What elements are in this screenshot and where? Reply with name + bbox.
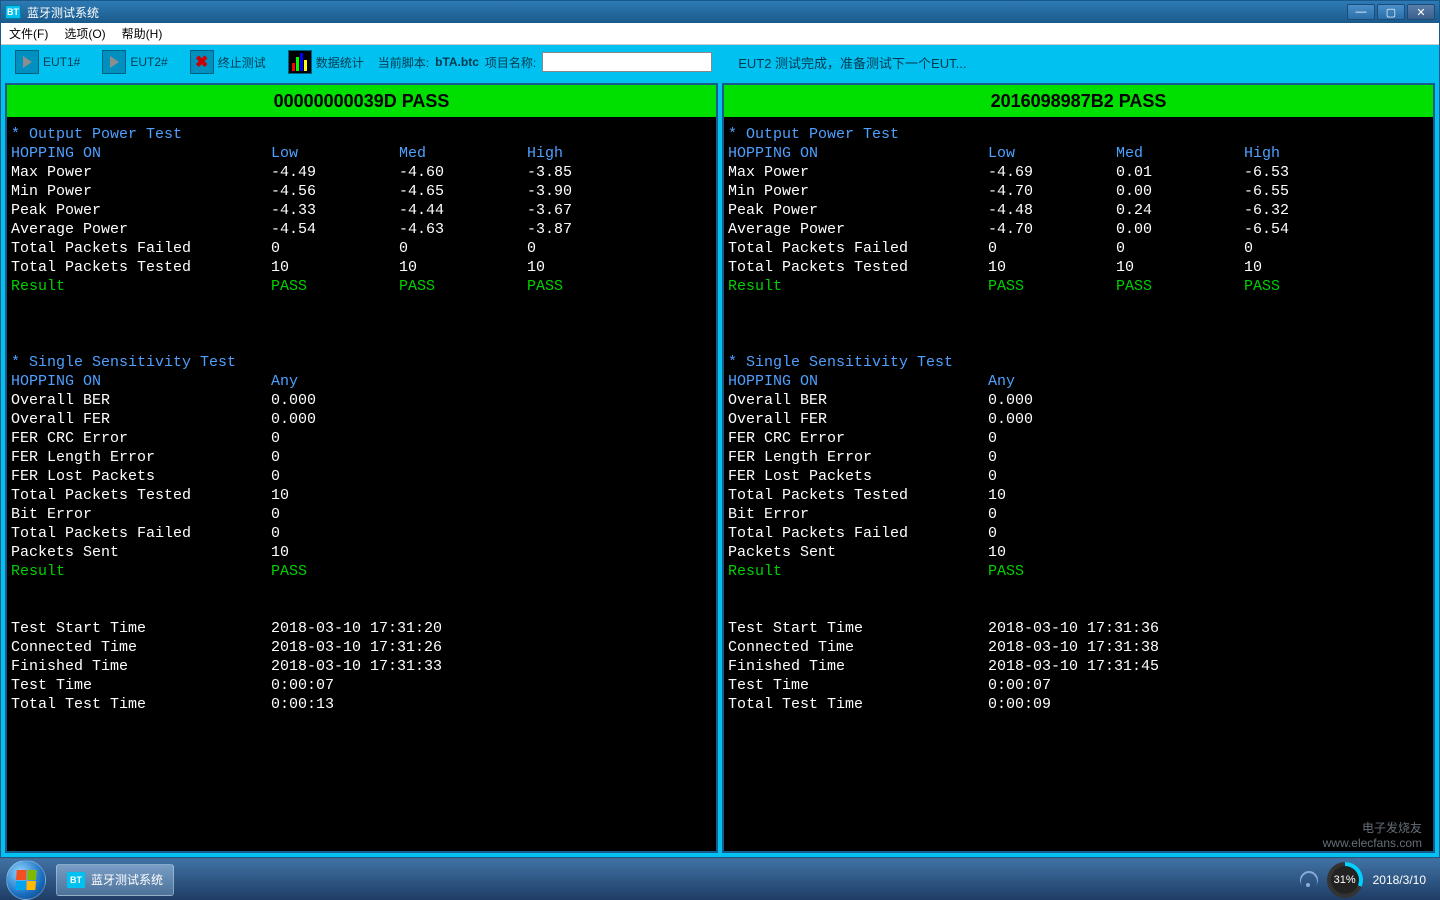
eut2-label: EUT2# xyxy=(130,55,167,69)
stats-label: 数据统计 xyxy=(316,54,364,71)
terminal-right[interactable]: * Output Power TestHOPPING ONLowMedHighM… xyxy=(724,117,1433,851)
project-name-input[interactable] xyxy=(542,52,712,72)
pane-left: 00000000039D PASS * Output Power TestHOP… xyxy=(5,83,718,853)
terminal-left[interactable]: * Output Power TestHOPPING ONLowMedHighM… xyxy=(7,117,716,851)
chart-icon xyxy=(288,50,312,74)
pass-banner-right: 2016098987B2 PASS xyxy=(724,85,1433,117)
close-button[interactable]: ✕ xyxy=(1407,4,1435,20)
stats-button[interactable]: 数据统计 xyxy=(280,48,372,76)
eut1-button[interactable]: EUT1# xyxy=(7,48,88,76)
menu-bar: 文件(F) 选项(O) 帮助(H) xyxy=(1,23,1439,45)
battery-percent: 31% xyxy=(1334,874,1356,886)
taskbar: BT 蓝牙测试系统 31% 2018/3/10 xyxy=(0,858,1440,900)
stop-test-label: 终止测试 xyxy=(218,54,266,71)
window-title: 蓝牙测试系统 xyxy=(27,4,99,21)
maximize-button[interactable]: ▢ xyxy=(1377,4,1405,20)
toolbar: EUT1# EUT2# ✖ 终止测试 数据统计 当前脚本: bTA.btc 项目… xyxy=(1,45,1439,79)
app-icon: BT xyxy=(5,5,21,19)
stop-icon: ✖ xyxy=(190,50,214,74)
stop-test-button[interactable]: ✖ 终止测试 xyxy=(182,48,274,76)
window-controls: — ▢ ✕ xyxy=(1347,4,1435,20)
wifi-icon[interactable] xyxy=(1299,873,1317,887)
taskbar-app-label: 蓝牙测试系统 xyxy=(91,871,163,888)
pass-banner-left: 00000000039D PASS xyxy=(7,85,716,117)
eut1-label: EUT1# xyxy=(43,55,80,69)
start-button[interactable] xyxy=(6,860,46,900)
battery-indicator[interactable]: 31% xyxy=(1327,862,1363,898)
play-icon xyxy=(102,50,126,74)
menu-options[interactable]: 选项(O) xyxy=(64,25,105,42)
pane-right: 2016098987B2 PASS * Output Power TestHOP… xyxy=(722,83,1435,853)
results-panes: 00000000039D PASS * Output Power TestHOP… xyxy=(1,79,1439,857)
menu-file[interactable]: 文件(F) xyxy=(9,25,48,42)
taskbar-date[interactable]: 2018/3/10 xyxy=(1373,873,1426,887)
minimize-button[interactable]: — xyxy=(1347,4,1375,20)
project-name-label: 项目名称: xyxy=(485,54,536,71)
current-script-label: 当前脚本: xyxy=(378,54,429,71)
menu-help[interactable]: 帮助(H) xyxy=(122,25,163,42)
play-icon xyxy=(15,50,39,74)
status-message: EUT2 测试完成，准备测试下一个EUT... xyxy=(738,53,966,72)
current-script-value: bTA.btc xyxy=(435,55,479,69)
app-icon: BT xyxy=(67,872,85,888)
title-bar[interactable]: BT 蓝牙测试系统 — ▢ ✕ xyxy=(1,1,1439,23)
app-window: BT 蓝牙测试系统 — ▢ ✕ 文件(F) 选项(O) 帮助(H) EUT1# … xyxy=(0,0,1440,858)
taskbar-app-item[interactable]: BT 蓝牙测试系统 xyxy=(56,864,174,896)
eut2-button[interactable]: EUT2# xyxy=(94,48,175,76)
system-tray: 31% 2018/3/10 xyxy=(1299,862,1434,898)
windows-logo-icon xyxy=(15,870,36,890)
